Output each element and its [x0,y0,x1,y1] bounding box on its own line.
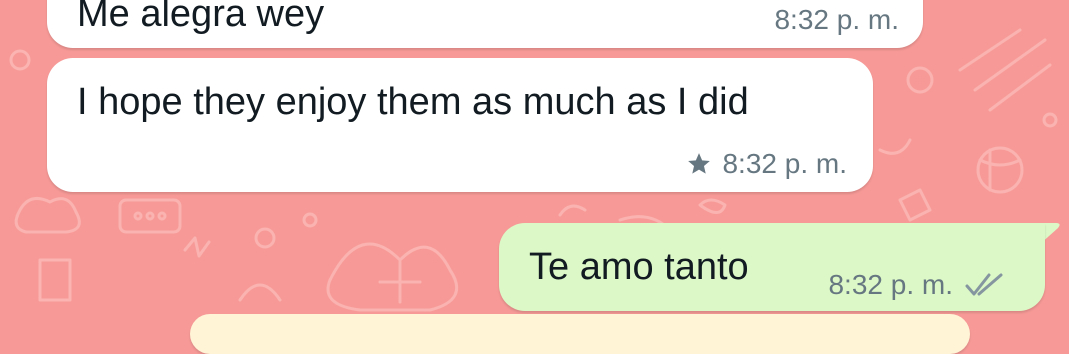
message-bubble-incoming[interactable]: I hope they enjoy them as much as I did … [47,58,873,192]
message-text: Me alegra wey [77,0,325,35]
timestamp-label: 8:32 p. m. [722,148,847,179]
message-bubble-partial[interactable] [190,314,970,354]
message-text: I hope they enjoy them as much as I did [77,81,749,123]
star-icon [688,153,711,174]
message-meta: 8:32 p. m. [828,269,1005,301]
message-bubble-outgoing[interactable]: Te amo tanto 8:32 p. m. [499,223,1045,311]
message-meta: 8:32 p. m. [686,148,847,180]
message-bubble-incoming[interactable]: Me alegra wey 8:32 p. m. [47,0,923,48]
timestamp-label: 8:32 p. m. [828,269,953,300]
timestamp-label: 8:32 p. m. [774,4,899,35]
double-check-icon [965,273,1003,296]
message-timestamp: 8:32 p. m. [774,4,899,36]
message-text: Te amo tanto [529,246,749,288]
